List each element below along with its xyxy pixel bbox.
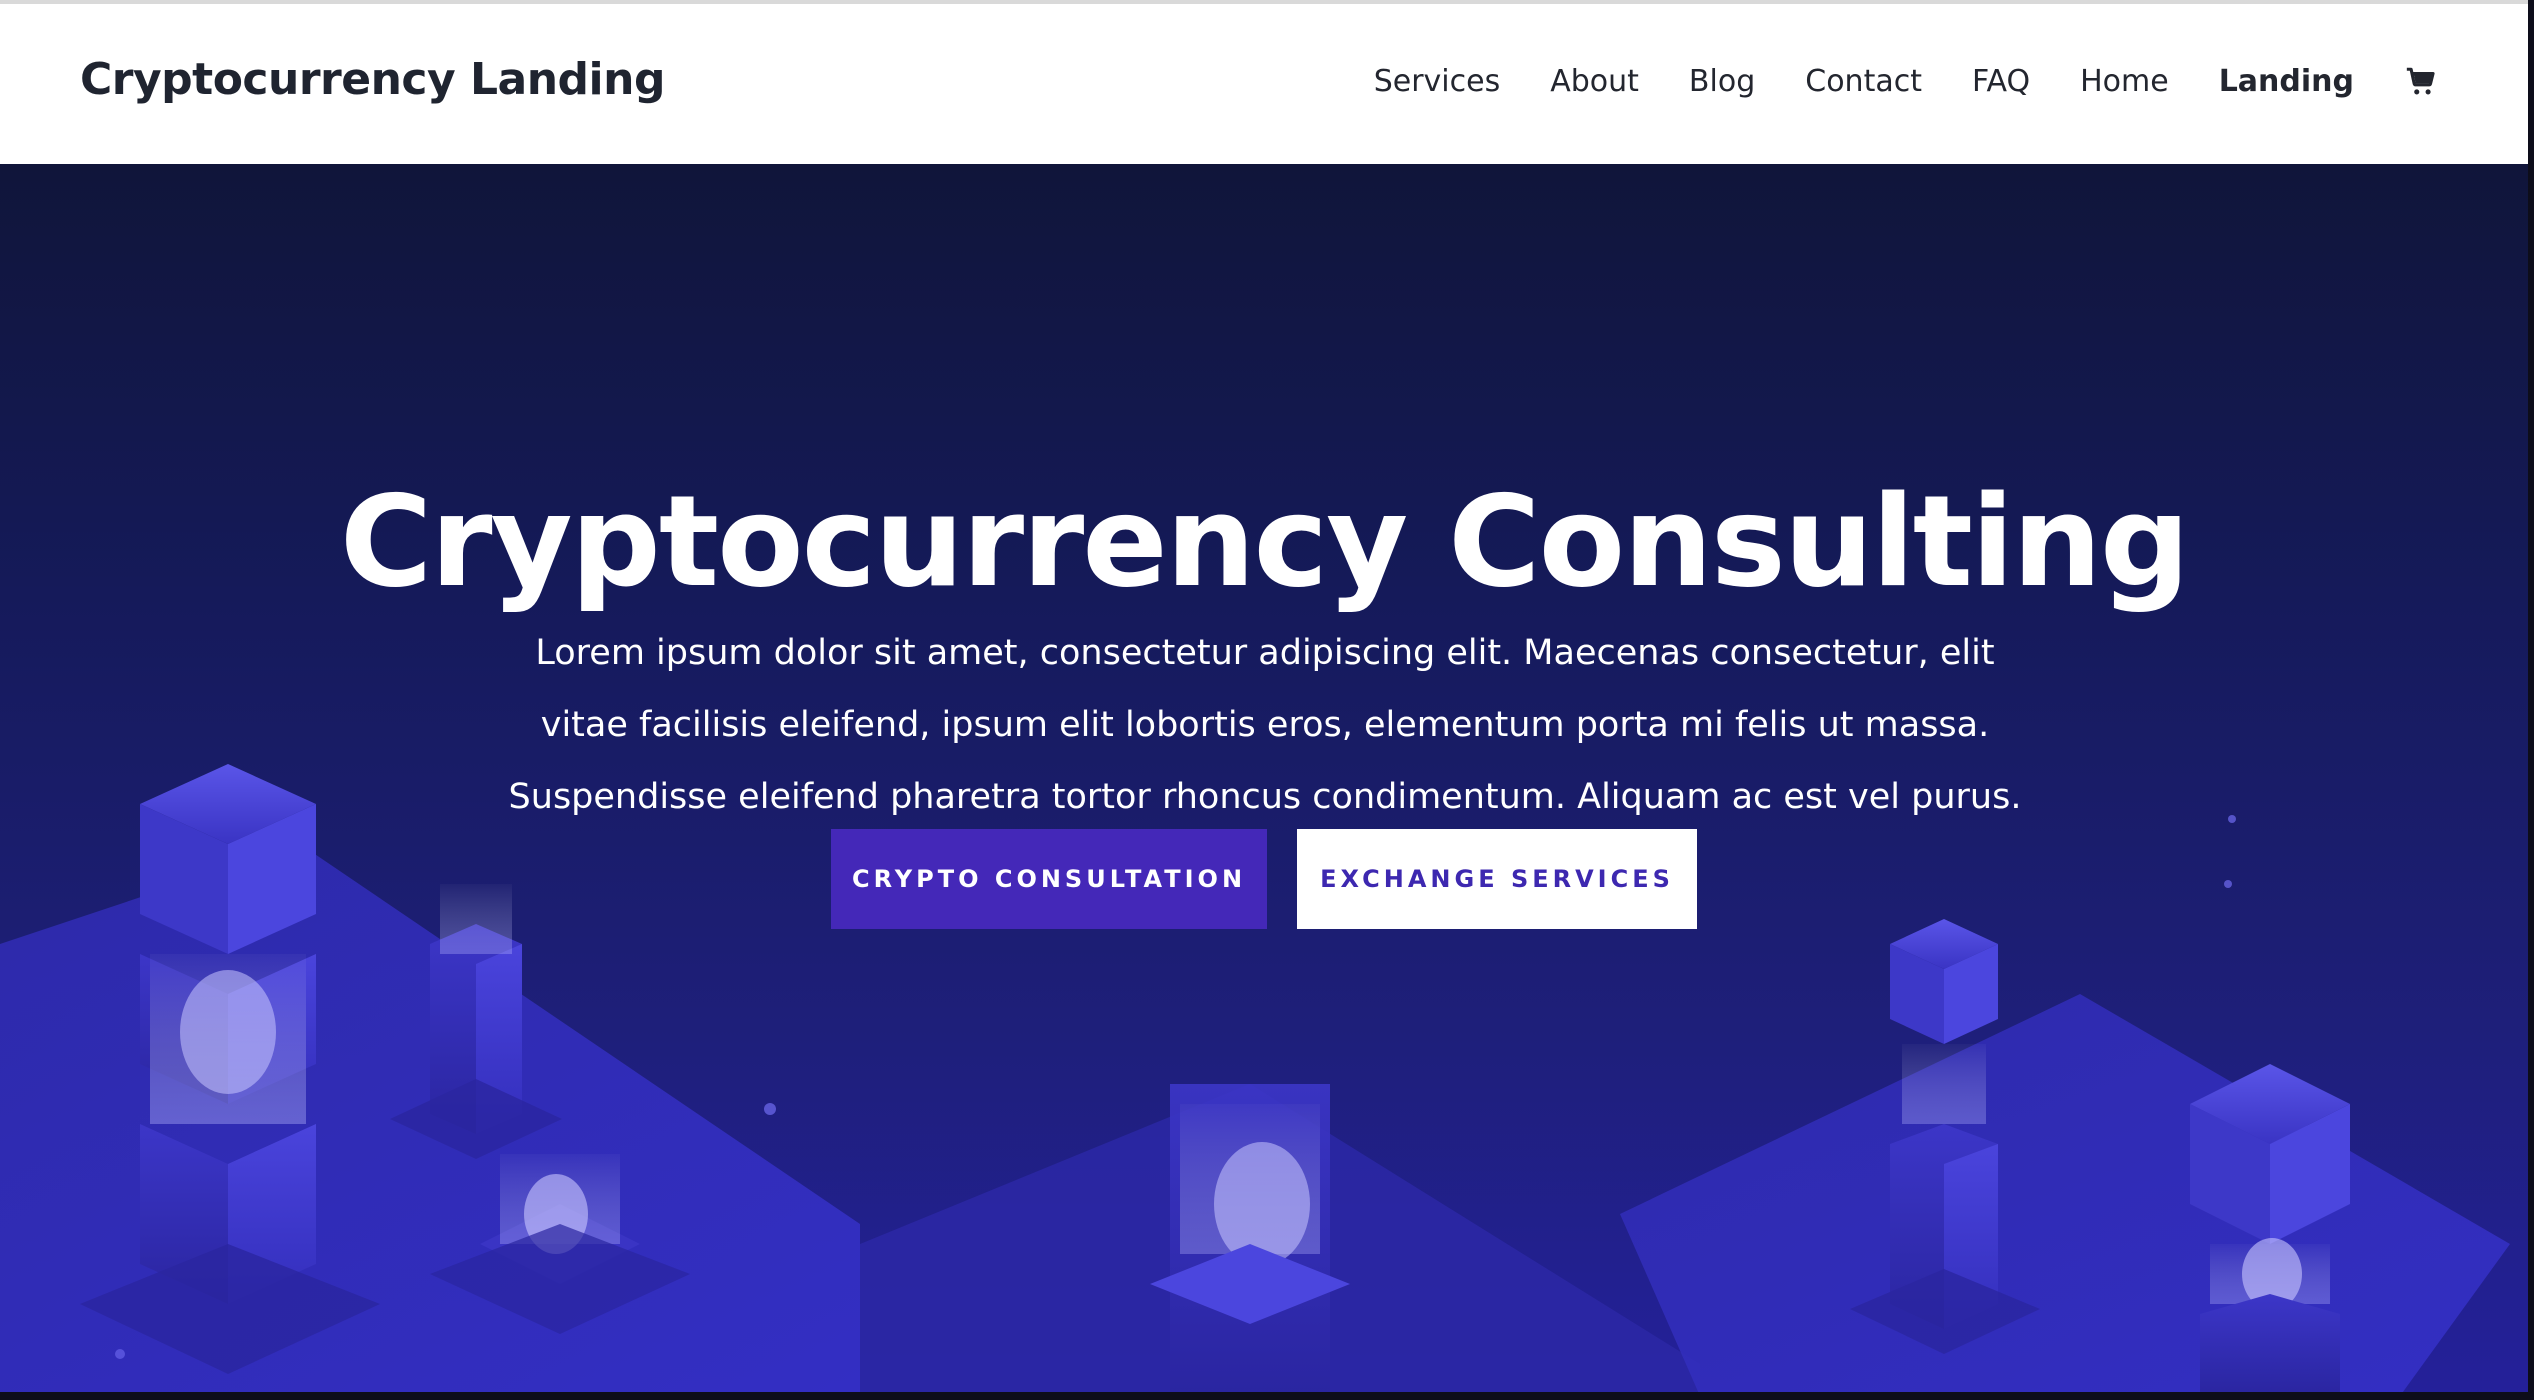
browser-page: Cryptocurrency Landing Services About Bl…: [0, 0, 2528, 1392]
hero-buttons: CRYPTO CONSULTATION EXCHANGE SERVICES: [0, 829, 2528, 929]
cart-icon[interactable]: [2404, 65, 2438, 99]
site-header: Cryptocurrency Landing Services About Bl…: [0, 4, 2528, 164]
crypto-consultation-button[interactable]: CRYPTO CONSULTATION: [831, 829, 1267, 929]
nav-item-about[interactable]: About: [1550, 64, 1639, 99]
nav-item-home[interactable]: Home: [2080, 64, 2169, 99]
hero-description: Lorem ipsum dolor sit amet, consectetur …: [508, 633, 2022, 817]
nav-item-faq[interactable]: FAQ: [1972, 64, 2030, 99]
nav-item-landing[interactable]: Landing: [2219, 64, 2354, 99]
main-nav: Services About Blog Contact FAQ Home Lan…: [1374, 64, 2438, 99]
nav-item-blog[interactable]: Blog: [1689, 64, 1755, 99]
hero-title: Cryptocurrency Consulting: [339, 468, 2190, 616]
nav-item-contact[interactable]: Contact: [1805, 64, 1922, 99]
site-logo[interactable]: Cryptocurrency Landing: [80, 54, 665, 105]
exchange-services-button[interactable]: EXCHANGE SERVICES: [1297, 829, 1697, 929]
nav-item-services[interactable]: Services: [1374, 64, 1501, 99]
hero-section: Cryptocurrency Consulting Lorem ipsum do…: [0, 164, 2528, 1392]
